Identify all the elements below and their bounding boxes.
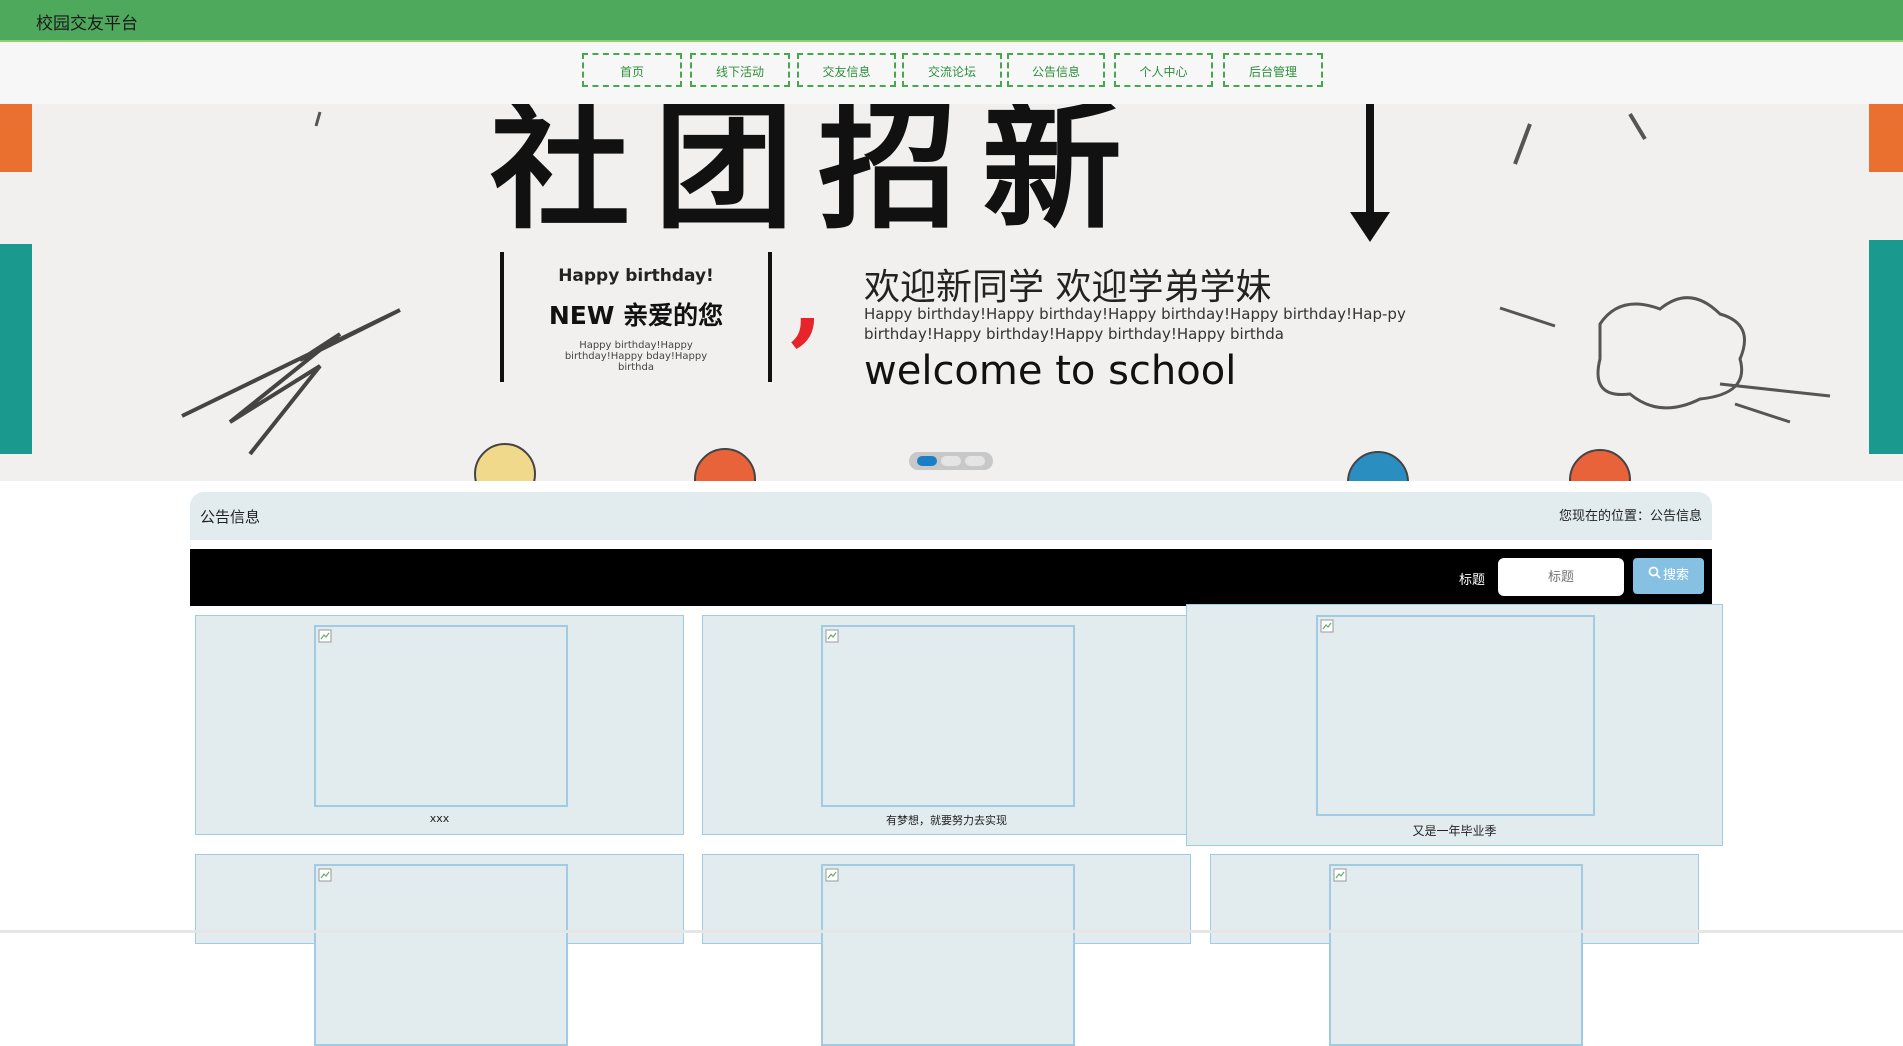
search-button-label: 搜索 [1662, 568, 1689, 583]
nav-item-notices[interactable]: 公告信息 [1007, 53, 1105, 87]
banner-badge-line3: Happy birthday!Happy birthday!Happy bday… [564, 340, 708, 373]
notice-thumbnail [1329, 864, 1583, 1046]
search-button[interactable]: 搜索 [1633, 558, 1704, 594]
banner-badge: Happy birthday! NEW 亲爱的您 Happy birthday!… [500, 252, 772, 382]
notice-title: 有梦想，就要努力去实现 [886, 814, 1007, 827]
section-title: 公告信息 [200, 508, 261, 526]
notice-card-hovered[interactable]: 又是一年毕业季 [1186, 604, 1723, 846]
notice-thumbnail [1316, 615, 1595, 816]
notice-card[interactable]: xxx [195, 615, 684, 835]
banner-red-mark: , [790, 243, 824, 356]
carousel-dot-3[interactable] [965, 456, 985, 466]
nav-item-forum[interactable]: 交流论坛 [902, 53, 1002, 87]
nav-item-dating-info[interactable]: 交友信息 [797, 53, 896, 87]
banner-welcome-en: welcome to school [864, 348, 1237, 394]
search-icon [1648, 558, 1661, 594]
search-label: 标题 [1459, 573, 1486, 588]
banner-carousel[interactable]: 社团招新 Happy birthday! NEW 亲爱的您 Happy birt… [0, 104, 1903, 481]
carousel-dot-2[interactable] [941, 456, 961, 466]
current-location: 您现在的位置：公告信息 [1558, 509, 1702, 524]
carousel-indicators [909, 452, 993, 470]
banner-badge-line2: NEW 亲爱的您 [548, 301, 724, 330]
notice-thumbnail [821, 625, 1075, 807]
notice-title: 又是一年毕业季 [1412, 824, 1497, 838]
carousel-dot-1[interactable] [917, 456, 937, 466]
broken-image-icon [1333, 868, 1347, 882]
notice-thumbnail [314, 625, 568, 807]
nav-item-home[interactable]: 首页 [582, 53, 682, 87]
search-input[interactable] [1498, 558, 1624, 596]
main-nav: 首页 线下活动 交友信息 交流论坛 公告信息 个人中心 后台管理 [0, 42, 1903, 104]
nav-item-offline-activities[interactable]: 线下活动 [690, 53, 790, 87]
top-header: 校园交友平台 [0, 0, 1903, 42]
nav-item-admin[interactable]: 后台管理 [1223, 53, 1323, 87]
broken-image-icon [825, 868, 839, 882]
site-title: 校园交友平台 [36, 14, 138, 34]
notice-thumbnail [314, 864, 568, 1046]
notice-thumbnail [821, 864, 1075, 1046]
notice-title: xxx [429, 812, 450, 825]
banner-headline: 社团招新 [490, 104, 1147, 249]
banner-badge-line1: Happy birthday! [558, 266, 714, 286]
breadcrumb: 公告信息 您现在的位置：公告信息 [190, 492, 1712, 540]
banner-welcome-cn: 欢迎新同学 欢迎学弟学妹 [864, 267, 1272, 308]
search-bar: 标题 搜索 [190, 549, 1712, 606]
notice-card[interactable]: 有梦想，就要努力去实现 [702, 615, 1191, 835]
nav-item-personal-center[interactable]: 个人中心 [1114, 53, 1213, 87]
broken-image-icon [318, 868, 332, 882]
broken-image-icon [1320, 619, 1334, 633]
broken-image-icon [825, 629, 839, 643]
broken-image-icon [318, 629, 332, 643]
banner-birthday-text: Happy birthday!Happy birthday!Happy birt… [864, 305, 1406, 343]
